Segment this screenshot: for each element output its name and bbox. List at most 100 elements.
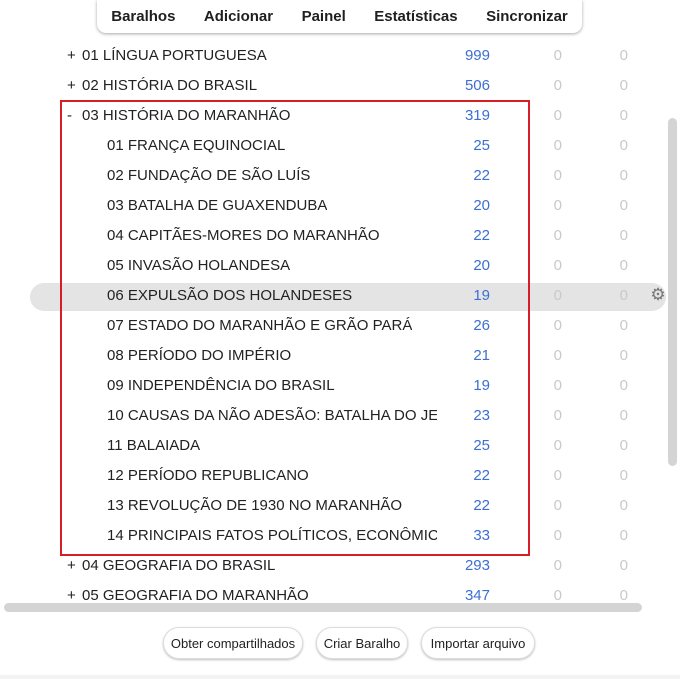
new-count: 22 [473,227,490,244]
learn-count: 0 [553,287,562,304]
deck-name[interactable]: 13 REVOLUÇÃO DE 1930 NO MARANHÃO [107,497,402,514]
due-count: 0 [619,167,628,184]
due-count: 0 [619,467,628,484]
due-count: 0 [619,497,628,514]
learn-count: 0 [553,317,562,334]
learn-count: 0 [553,47,562,64]
deck-row[interactable]: 08 PERÍODO DO IMPÉRIO 21 0 0 [0,342,666,372]
due-count: 0 [619,257,628,274]
collapse-toggle[interactable]: - [67,107,79,124]
new-count: 25 [473,437,490,454]
window-bottom-edge [0,675,680,679]
due-count: 0 [619,587,628,603]
toolbar-decks-link[interactable]: Baralhos [107,8,179,25]
create-deck-button[interactable]: Criar Baralho [316,627,408,659]
deck-row[interactable]: 07 ESTADO DO MARANHÃO E GRÃO PARÁ 26 0 0 [0,312,666,342]
expand-toggle[interactable]: + [67,587,79,603]
toolbar-sync-link[interactable]: Sincronizar [482,8,572,25]
due-count: 0 [619,107,628,124]
toolbar-add-link[interactable]: Adicionar [200,8,277,25]
deck-name[interactable]: 07 ESTADO DO MARANHÃO E GRÃO PARÁ [107,317,412,334]
deck-list: +01 LÍNGUA PORTUGUESA 999 0 0 +02 HISTÓRIA D… [0,40,666,603]
expand-toggle[interactable]: + [67,77,79,94]
due-count: 0 [619,137,628,154]
deck-name[interactable]: 12 PERÍODO REPUBLICANO [107,467,309,484]
due-count: 0 [619,407,628,424]
learn-count: 0 [553,437,562,454]
learn-count: 0 [553,347,562,364]
learn-count: 0 [553,107,562,124]
deck-row[interactable]: +01 LÍNGUA PORTUGUESA 999 0 0 [0,42,666,72]
learn-count: 0 [553,77,562,94]
learn-count: 0 [553,467,562,484]
learn-count: 0 [553,197,562,214]
new-count: 26 [473,317,490,334]
new-count: 999 [464,47,490,64]
deck-name[interactable]: 06 EXPULSÃO DOS HOLANDESES [107,287,352,304]
due-count: 0 [619,317,628,334]
deck-name[interactable]: 01 FRANÇA EQUINOCIAL [107,137,285,154]
top-toolbar: Baralhos Adicionar Painel Estatísticas S… [97,0,582,33]
new-count: 506 [464,77,490,94]
deck-row[interactable]: 02 FUNDAÇÃO DE SÃO LUÍS 22 0 0 [0,162,666,192]
gear-icon[interactable]: ⚙ [649,285,666,305]
deck-name[interactable]: 04 GEOGRAFIA DO BRASIL [82,557,275,574]
due-count: 0 [619,527,628,544]
due-count: 0 [619,77,628,94]
deck-row[interactable]: 10 CAUSAS DA NÃO ADESÃO: BATALHA DO JENI… [0,402,666,432]
deck-name[interactable]: 14 PRINCIPAIS FATOS POLÍTICOS, ECONÔMICO… [107,527,437,544]
deck-row[interactable]: 04 CAPITÃES-MORES DO MARANHÃO 22 0 0 [0,222,666,252]
new-count: 22 [473,467,490,484]
deck-name[interactable]: 02 FUNDAÇÃO DE SÃO LUÍS [107,167,310,184]
toolbar-dashboard-link[interactable]: Painel [298,8,350,25]
deck-name[interactable]: 05 GEOGRAFIA DO MARANHÃO [82,587,309,603]
horizontal-scrollbar[interactable] [4,603,642,612]
deck-row[interactable]: 05 INVASÃO HOLANDESA 20 0 0 [0,252,666,282]
learn-count: 0 [553,527,562,544]
deck-row[interactable]: 13 REVOLUÇÃO DE 1930 NO MARANHÃO 22 0 0 [0,492,666,522]
learn-count: 0 [553,587,562,603]
deck-name[interactable]: 10 CAUSAS DA NÃO ADESÃO: BATALHA DO JENI… [107,407,437,424]
deck-row[interactable]: +05 GEOGRAFIA DO MARANHÃO 347 0 0 [0,582,666,603]
bottom-bar: Obter compartilhados Criar Baralho Impor… [0,620,680,670]
expand-toggle[interactable]: + [67,557,79,574]
toolbar-stats-link[interactable]: Estatísticas [370,8,461,25]
new-count: 25 [473,137,490,154]
deck-row[interactable]: -03 HISTÓRIA DO MARANHÃO 319 0 0 [0,102,666,132]
deck-name[interactable]: 08 PERÍODO DO IMPÉRIO [107,347,291,364]
due-count: 0 [619,347,628,364]
deck-name[interactable]: 11 BALAIADA [107,437,200,454]
deck-name[interactable]: 05 INVASÃO HOLANDESA [107,257,290,274]
deck-row[interactable]: 06 EXPULSÃO DOS HOLANDESES 19 0 0 ⚙ [0,282,666,312]
learn-count: 0 [553,137,562,154]
deck-name[interactable]: 02 HISTÓRIA DO BRASIL [82,77,257,94]
due-count: 0 [619,197,628,214]
deck-row[interactable]: +04 GEOGRAFIA DO BRASIL 293 0 0 [0,552,666,582]
deck-row[interactable]: 09 INDEPENDÊNCIA DO BRASIL 19 0 0 [0,372,666,402]
deck-row[interactable]: 12 PERÍODO REPUBLICANO 22 0 0 [0,462,666,492]
expand-toggle[interactable]: + [67,47,79,64]
learn-count: 0 [553,227,562,244]
deck-row[interactable]: 11 BALAIADA 25 0 0 [0,432,666,462]
deck-row[interactable]: 01 FRANÇA EQUINOCIAL 25 0 0 [0,132,666,162]
deck-name[interactable]: 03 HISTÓRIA DO MARANHÃO [82,107,290,124]
learn-count: 0 [553,557,562,574]
deck-name[interactable]: 04 CAPITÃES-MORES DO MARANHÃO [107,227,380,244]
new-count: 19 [473,377,490,394]
new-count: 22 [473,497,490,514]
new-count: 23 [473,407,490,424]
new-count: 22 [473,167,490,184]
vertical-scrollbar[interactable] [668,118,677,466]
deck-name[interactable]: 01 LÍNGUA PORTUGUESA [82,47,267,64]
get-shared-button[interactable]: Obter compartilhados [163,627,303,659]
new-count: 319 [464,107,490,124]
import-file-button[interactable]: Importar arquivo [421,627,535,659]
deck-row[interactable]: +02 HISTÓRIA DO BRASIL 506 0 0 [0,72,666,102]
learn-count: 0 [553,497,562,514]
due-count: 0 [619,287,628,304]
deck-name[interactable]: 03 BATALHA DE GUAXENDUBA [107,197,327,214]
deck-row[interactable]: 03 BATALHA DE GUAXENDUBA 20 0 0 [0,192,666,222]
deck-name[interactable]: 09 INDEPENDÊNCIA DO BRASIL [107,377,335,394]
learn-count: 0 [553,257,562,274]
deck-row[interactable]: 14 PRINCIPAIS FATOS POLÍTICOS, ECONÔMICO… [0,522,666,552]
